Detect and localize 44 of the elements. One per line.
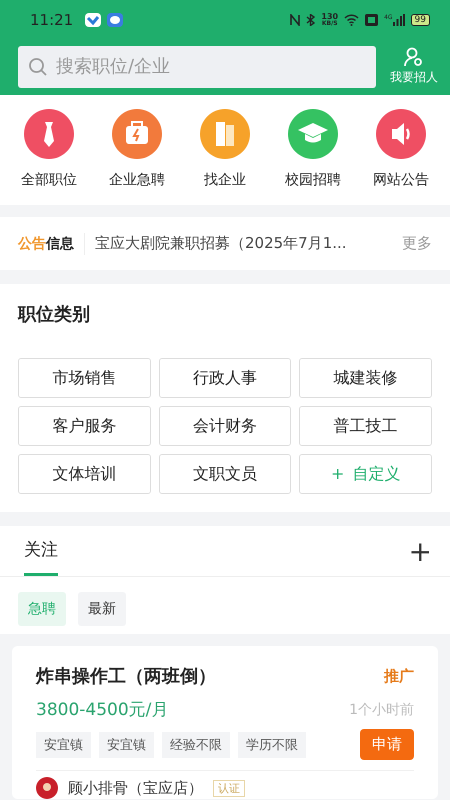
add-button[interactable]: + <box>408 534 432 568</box>
status-time: 11:21 <box>30 11 74 29</box>
category-button[interactable]: 行政人事 <box>158 358 292 398</box>
shortcut-button[interactable]: 找企业 <box>182 109 268 189</box>
person-icon <box>403 47 425 67</box>
company-avatar <box>36 777 58 799</box>
filter-chip[interactable]: 最新 <box>78 592 126 626</box>
shortcut-button[interactable]: 企业急聘 <box>94 109 180 189</box>
shortcut-button[interactable]: 网站公告 <box>358 109 444 189</box>
job-card[interactable]: 炸串操作工（两班倒） 推广 3800-4500元/月 1个小时前 安宜镇 安宜镇 经验不限 学历不限 申请 顾小排骨（宝应店） 认证 <box>12 646 438 799</box>
category-button[interactable]: 会计财务 <box>158 406 292 446</box>
category-button[interactable]: 市场销售 <box>18 358 151 398</box>
job-tag: 安宜镇 <box>36 732 91 758</box>
job-tag: 学历不限 <box>238 732 306 758</box>
signal-icon <box>392 14 405 26</box>
job-tag: 经验不限 <box>162 732 230 758</box>
hd-icon <box>365 14 378 26</box>
shortcut-button[interactable]: 全部职位 <box>6 109 92 189</box>
nfc-icon <box>290 14 300 26</box>
bluetooth-icon <box>306 14 316 26</box>
search-field[interactable]: 搜索职位/企业 <box>18 46 376 88</box>
category-button[interactable]: 客户服务 <box>18 406 151 446</box>
category-button[interactable]: 文体培训 <box>18 454 151 494</box>
wifi-icon <box>344 14 360 26</box>
category-button[interactable]: 文职文员 <box>158 454 292 494</box>
salary-text: 3800-4500元/月 <box>36 699 168 721</box>
search-icon <box>28 56 48 76</box>
post-time: 1个小时前 <box>349 700 414 718</box>
job-title: 炸串操作工（两班倒） <box>36 665 216 688</box>
promo-label: 推广 <box>384 666 414 686</box>
shortcut-button[interactable]: 校园招聘 <box>270 109 356 189</box>
notice-link[interactable]: 宝应大剧院兼职招募（2025年7月1... <box>95 234 392 253</box>
job-tag: 安宜镇 <box>99 732 154 758</box>
notice-label: 公告信息 <box>18 234 74 252</box>
category-button[interactable]: 城建装修 <box>299 358 432 398</box>
verified-badge: 认证 <box>213 780 245 796</box>
section-title: 职位类别 <box>18 303 91 326</box>
follow-tab[interactable]: 关注 <box>24 526 58 576</box>
category-button[interactable]: 普工技工 <box>299 406 432 446</box>
battery-indicator: 99 <box>410 14 430 26</box>
speed-value: 130 <box>321 13 338 21</box>
app-icon <box>85 13 102 27</box>
company-name: 顾小排骨（宝应店） <box>68 778 203 798</box>
message-icon <box>107 13 124 27</box>
